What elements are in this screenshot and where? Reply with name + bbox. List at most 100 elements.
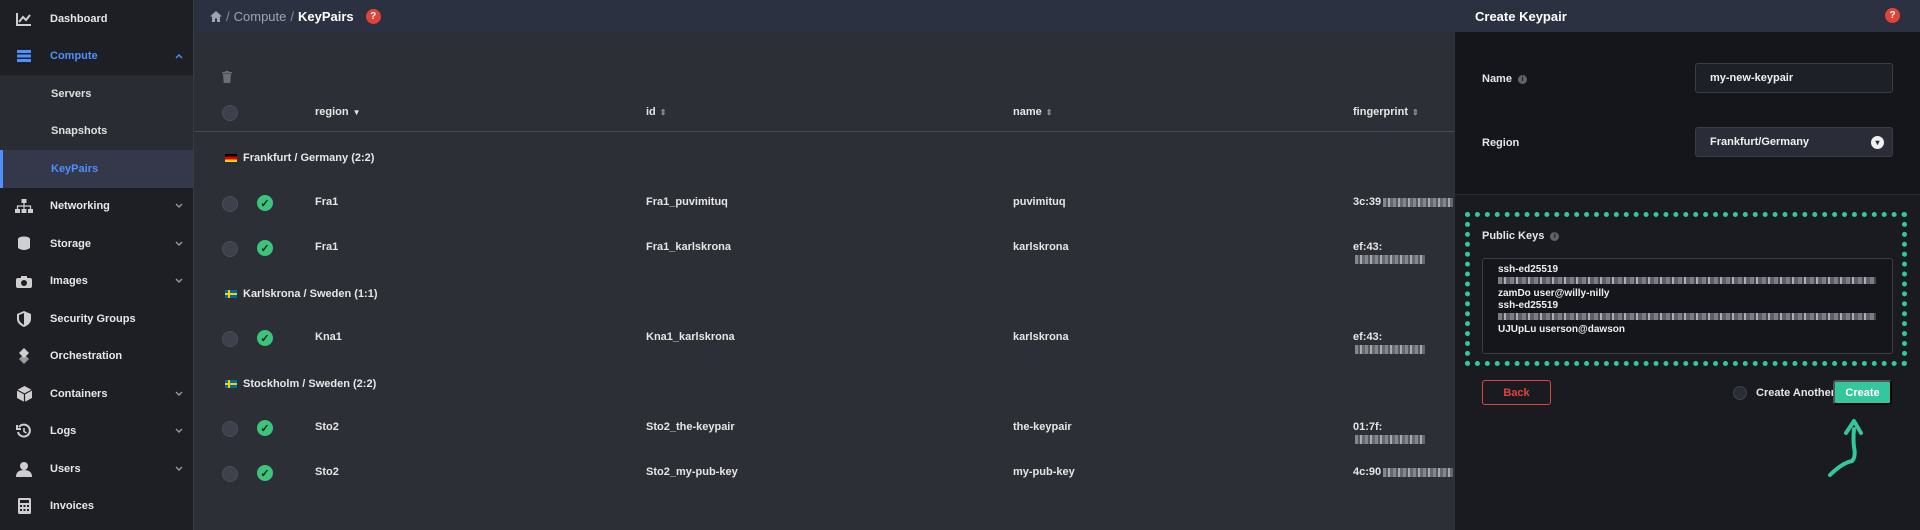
sidebar-subitem-snapshots[interactable]: Snapshots bbox=[0, 112, 193, 150]
sidebar-item-compute[interactable]: Compute bbox=[0, 38, 193, 76]
chevron-down-icon: ▾ bbox=[1871, 136, 1884, 149]
fingerprint-prefix: 01:7f: bbox=[1353, 421, 1383, 433]
keypair-basic-section: Name i my-new-keypair Region Frankfurt/G… bbox=[1455, 32, 1920, 195]
row-checkbox[interactable] bbox=[222, 241, 238, 257]
fingerprint-prefix: 3c:39 bbox=[1353, 196, 1382, 208]
column-label: id bbox=[646, 106, 656, 118]
cell-fingerprint: ef:43: bbox=[1353, 241, 1454, 265]
back-button[interactable]: Back bbox=[1482, 380, 1551, 405]
sidebar-item-storage[interactable]: Storage bbox=[0, 225, 193, 263]
orchestration-icon bbox=[12, 347, 36, 365]
cell-id: Sto2_the-keypair bbox=[646, 421, 735, 433]
group-label: Frankfurt / Germany (2:2) bbox=[243, 152, 375, 164]
breadcrumb-separator: / bbox=[290, 8, 294, 24]
sidebar-item-orchestration[interactable]: Orchestration bbox=[0, 338, 193, 376]
column-header-id[interactable]: id ⇕ bbox=[646, 106, 666, 118]
sweden-flag-icon bbox=[225, 380, 237, 388]
help-icon[interactable]: ? bbox=[1885, 8, 1900, 23]
sidebar-item-label: Orchestration bbox=[50, 350, 123, 363]
chevron-down-icon bbox=[175, 200, 183, 212]
row-checkbox[interactable] bbox=[222, 421, 238, 437]
column-label: name bbox=[1013, 106, 1042, 118]
sidebar-item-label: Compute bbox=[50, 50, 98, 63]
breadcrumb-compute[interactable]: Compute bbox=[234, 9, 287, 24]
create-another-checkbox[interactable] bbox=[1733, 386, 1747, 400]
status-ok-icon: ✓ bbox=[257, 465, 273, 481]
cube-icon bbox=[12, 385, 36, 403]
row-checkbox[interactable] bbox=[222, 466, 238, 482]
fingerprint-prefix: 4c:90 bbox=[1353, 466, 1382, 478]
region-label: Region bbox=[1482, 137, 1520, 149]
sidebar-item-label: Users bbox=[50, 462, 81, 475]
table-row[interactable]: ✓ Sto2 Sto2_my-pub-key my-pub-key 4c:90 bbox=[195, 451, 1454, 496]
cell-id: Fra1_karlskrona bbox=[646, 241, 731, 253]
region-group-header: Stockholm / Sweden (2:2) bbox=[195, 369, 1454, 399]
fingerprint-prefix: ef:43: bbox=[1353, 241, 1383, 253]
cell-name: my-pub-key bbox=[1013, 466, 1075, 478]
sidebar-item-logs[interactable]: Logs bbox=[0, 413, 193, 451]
cell-fingerprint: 01:7f: bbox=[1353, 421, 1454, 445]
sidebar-item-containers[interactable]: Containers bbox=[0, 375, 193, 413]
sidebar-subitem-keypairs[interactable]: KeyPairs bbox=[0, 150, 193, 188]
select-all-checkbox[interactable] bbox=[222, 105, 238, 121]
status-ok-icon: ✓ bbox=[257, 195, 273, 211]
cell-name: puvimituq bbox=[1013, 196, 1066, 208]
sidebar-item-dashboard[interactable]: Dashboard bbox=[0, 0, 193, 38]
redacted-blur bbox=[1383, 467, 1454, 477]
create-another-toggle[interactable]: Create Another bbox=[1733, 386, 1835, 400]
sidebar-item-label: Storage bbox=[50, 237, 91, 250]
table-header: region ▼ id ⇕ name ⇕ fingerprint ⇕ bbox=[195, 94, 1454, 132]
region-group-header: Frankfurt / Germany (2:2) bbox=[195, 143, 1454, 173]
table-row[interactable]: ✓ Fra1 Fra1_puvimituq puvimituq 3c:39 bbox=[195, 181, 1454, 226]
region-select[interactable]: Frankfurt/Germany ▾ bbox=[1695, 127, 1893, 157]
redacted-blur bbox=[1355, 254, 1425, 264]
sidebar-item-label: Invoices bbox=[50, 500, 95, 513]
chevron-down-icon bbox=[175, 388, 183, 400]
cell-id: Fra1_puvimituq bbox=[646, 196, 728, 208]
region-select-value: Frankfurt/Germany bbox=[1710, 136, 1810, 148]
breadcrumb: / Compute / KeyPairs ? bbox=[195, 0, 1454, 32]
sidebar-item-label: Security Groups bbox=[50, 312, 136, 325]
chart-icon bbox=[12, 10, 36, 28]
sort-icon: ⇕ bbox=[1412, 107, 1419, 117]
create-another-label: Create Another bbox=[1756, 387, 1836, 399]
server-stack-icon bbox=[12, 47, 36, 65]
sidebar-subitem-servers[interactable]: Servers bbox=[0, 75, 193, 113]
sidebar-item-label: Logs bbox=[50, 425, 77, 438]
table-row[interactable]: ✓ Fra1 Fra1_karlskrona karlskrona ef:43: bbox=[195, 226, 1454, 271]
column-header-name[interactable]: name ⇕ bbox=[1013, 106, 1052, 118]
sidebar-item-images[interactable]: Images bbox=[0, 263, 193, 301]
column-header-region[interactable]: region ▼ bbox=[315, 106, 361, 118]
sidebar-item-networking[interactable]: Networking bbox=[0, 188, 193, 226]
camera-icon bbox=[12, 272, 36, 290]
name-label-text: Name bbox=[1482, 73, 1512, 85]
group-label: Stockholm / Sweden (2:2) bbox=[243, 378, 377, 390]
help-icon[interactable]: ? bbox=[365, 8, 381, 24]
keypairs-table: region ▼ id ⇕ name ⇕ fingerprint ⇕ Frank… bbox=[195, 32, 1454, 530]
trash-icon[interactable] bbox=[222, 70, 234, 83]
sweden-flag-icon bbox=[225, 290, 237, 298]
cell-name: the-keypair bbox=[1013, 421, 1072, 433]
sort-desc-icon: ▼ bbox=[352, 107, 361, 117]
table-row[interactable]: ✓ Kna1 Kna1_karlskrona karlskrona ef:43: bbox=[195, 316, 1454, 361]
highlight-box bbox=[1465, 212, 1907, 366]
row-checkbox[interactable] bbox=[222, 196, 238, 212]
sidebar-item-invoices[interactable]: Invoices bbox=[0, 488, 193, 526]
name-input[interactable]: my-new-keypair bbox=[1695, 63, 1893, 93]
cell-name: karlskrona bbox=[1013, 331, 1069, 343]
create-button[interactable]: Create bbox=[1833, 380, 1892, 405]
row-checkbox[interactable] bbox=[222, 331, 238, 347]
column-header-fingerprint[interactable]: fingerprint ⇕ bbox=[1353, 106, 1419, 118]
info-icon[interactable]: i bbox=[1517, 74, 1527, 84]
home-icon[interactable] bbox=[210, 10, 222, 22]
group-label: Karlskrona / Sweden (1:1) bbox=[243, 288, 378, 300]
sidebar-item-security-groups[interactable]: Security Groups bbox=[0, 300, 193, 338]
status-ok-icon: ✓ bbox=[257, 240, 273, 256]
status-ok-icon: ✓ bbox=[257, 330, 273, 346]
column-label: fingerprint bbox=[1353, 106, 1408, 118]
sidebar-item-users[interactable]: Users bbox=[0, 450, 193, 488]
chevron-down-icon bbox=[175, 275, 183, 287]
table-row[interactable]: ✓ Sto2 Sto2_the-keypair the-keypair 01:7… bbox=[195, 406, 1454, 451]
user-icon bbox=[12, 460, 36, 478]
cell-name: karlskrona bbox=[1013, 241, 1069, 253]
